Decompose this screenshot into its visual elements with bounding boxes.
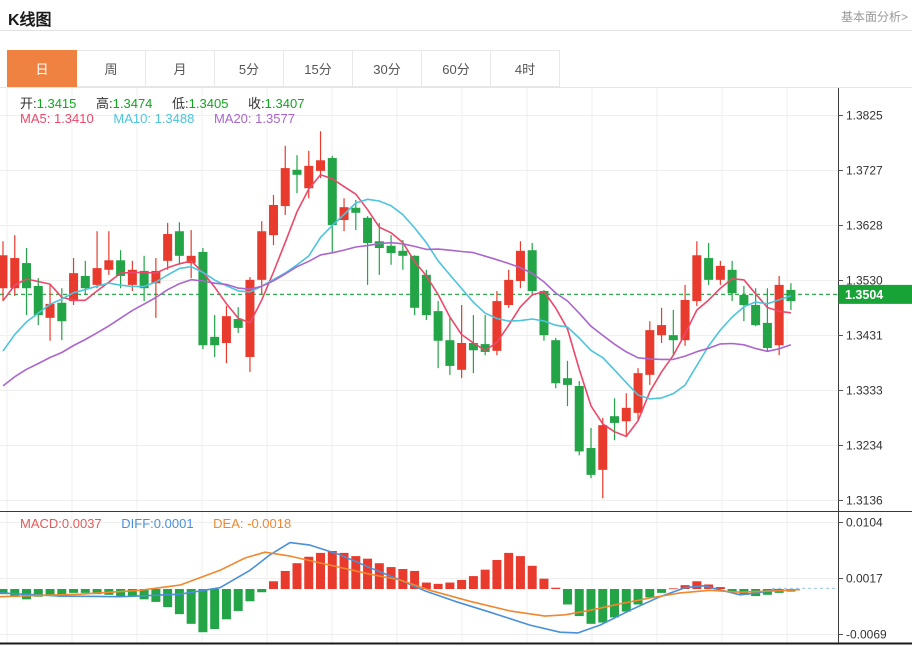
close-value: 1.3407 — [265, 96, 305, 111]
svg-text:1.3727: 1.3727 — [846, 164, 883, 178]
tab-week[interactable]: 周 — [76, 50, 146, 87]
ma5-value: 1.3410 — [54, 111, 94, 126]
ohlc-legend: 开:1.3415 高:1.3474 低:1.3405 收:1.3407 — [20, 93, 320, 112]
fundamental-analysis-link[interactable]: 基本面分析> — [841, 8, 908, 25]
ma5-label: MA5: — [20, 111, 50, 126]
svg-text:0.0017: 0.0017 — [846, 572, 883, 586]
dea-value: -0.0018 — [247, 516, 291, 531]
svg-text:-0.0069: -0.0069 — [846, 628, 887, 642]
svg-text:1.3234: 1.3234 — [846, 439, 883, 453]
tab-5min[interactable]: 5分 — [214, 50, 284, 87]
page-title: K线图 — [8, 6, 52, 30]
low-value: 1.3405 — [189, 96, 229, 111]
title-divider — [0, 30, 912, 31]
ma10-value: 1.3488 — [155, 111, 195, 126]
diff-label: DIFF: — [121, 516, 154, 531]
ma20-label: MA20: — [214, 111, 252, 126]
svg-text:1.3136: 1.3136 — [846, 494, 883, 508]
kline-chart[interactable]: 1.38251.37271.36281.35301.34311.33331.32… — [0, 88, 912, 646]
last-price-tag: 1.3504 — [845, 288, 883, 302]
interval-tabbar: 日 周 月 5分 15分 30分 60分 4时 — [8, 50, 560, 87]
tab-month[interactable]: 月 — [145, 50, 215, 87]
svg-text:1.3825: 1.3825 — [846, 109, 883, 123]
tab-4hour[interactable]: 4时 — [490, 50, 560, 87]
macd-value: 0.0037 — [62, 516, 102, 531]
tab-day[interactable]: 日 — [7, 50, 77, 87]
ma20-value: 1.3577 — [255, 111, 295, 126]
ma10-label: MA10: — [113, 111, 151, 126]
high-value: 1.3474 — [113, 96, 153, 111]
open-label: 开: — [20, 96, 37, 111]
ma-legend: MA5: 1.3410 MA10: 1.3488 MA20: 1.3577 — [20, 111, 311, 126]
svg-text:1.3333: 1.3333 — [846, 384, 883, 398]
macd-legend: MACD:0.0037 DIFF:0.0001 DEA: -0.0018 — [20, 516, 307, 531]
tab-60min[interactable]: 60分 — [421, 50, 491, 87]
macd-label: MACD: — [20, 516, 62, 531]
svg-text:1.3628: 1.3628 — [846, 219, 883, 233]
tab-15min[interactable]: 15分 — [283, 50, 353, 87]
tab-30min[interactable]: 30分 — [352, 50, 422, 87]
dea-label: DEA: — [213, 516, 243, 531]
low-label: 低: — [172, 96, 189, 111]
kline-chart-canvas[interactable]: 1.38251.37271.36281.35301.34311.33331.32… — [0, 88, 912, 646]
high-label: 高: — [96, 96, 113, 111]
svg-text:1.3431: 1.3431 — [846, 329, 883, 343]
open-value: 1.3415 — [37, 96, 77, 111]
close-label: 收: — [248, 96, 265, 111]
svg-text:0.0104: 0.0104 — [846, 516, 883, 530]
diff-value: 0.0001 — [154, 516, 194, 531]
